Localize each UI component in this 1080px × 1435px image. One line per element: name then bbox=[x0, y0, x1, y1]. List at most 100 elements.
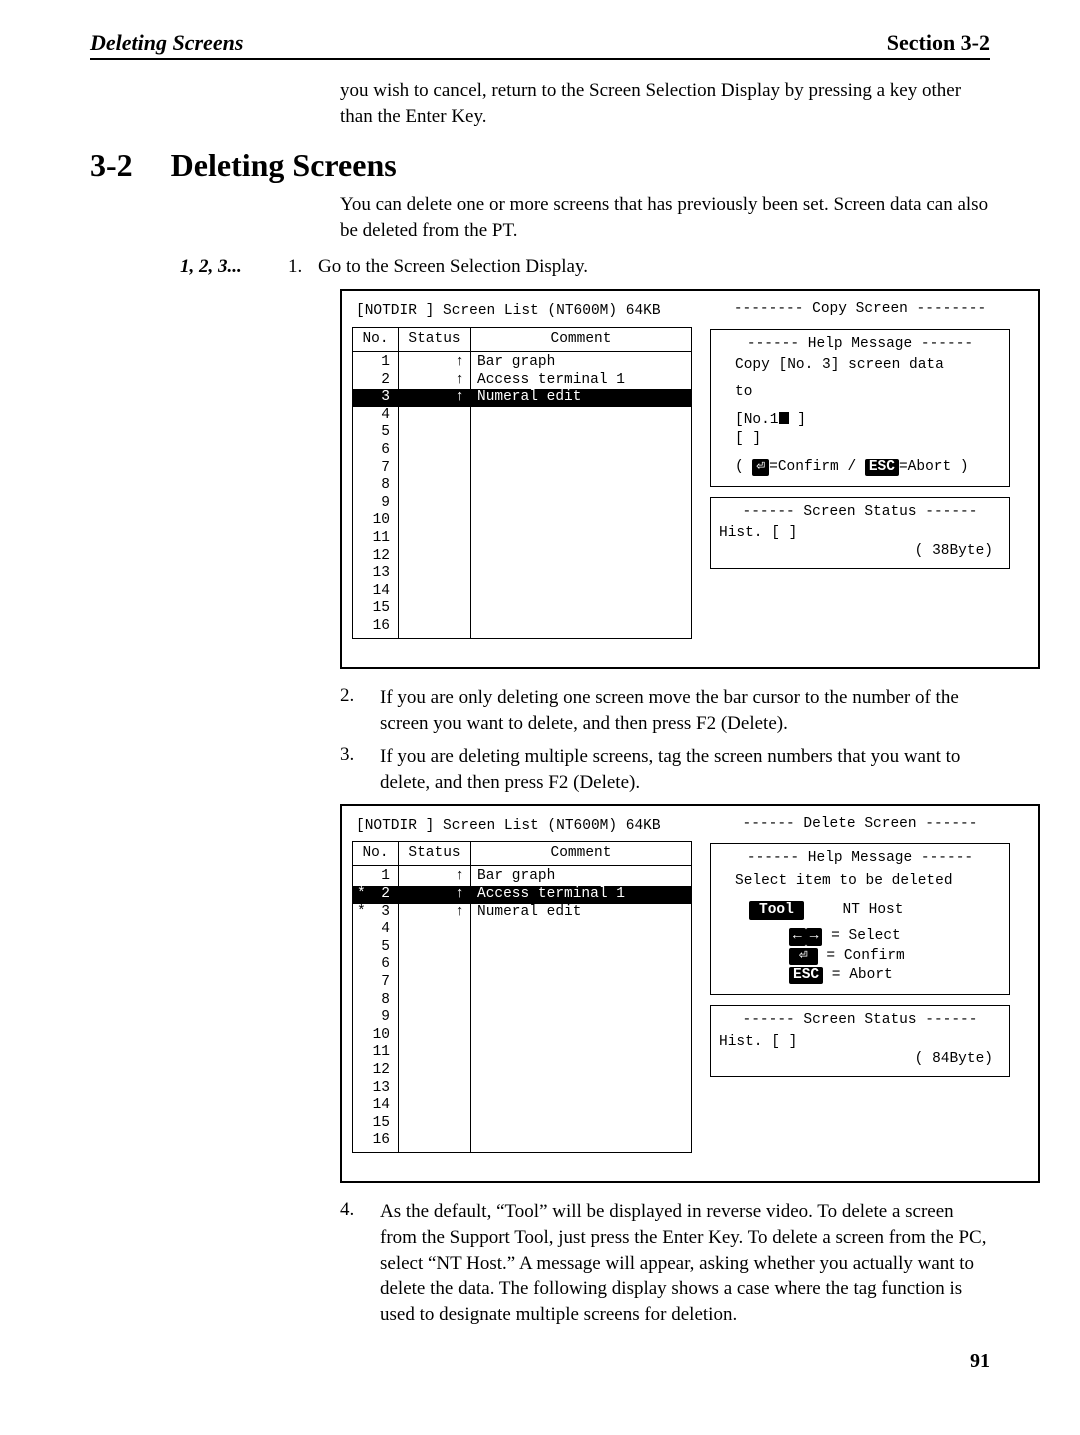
status-title: ------ Screen Status ------ bbox=[719, 504, 1001, 521]
table-row-no: 4 bbox=[353, 921, 398, 939]
esc-key-icon: ESC bbox=[789, 967, 823, 984]
table-row-status bbox=[399, 407, 470, 425]
col-status: Status bbox=[399, 842, 471, 865]
col-status: Status bbox=[399, 328, 471, 351]
enter-key-icon: ⏎ bbox=[752, 459, 769, 476]
table-row-no: 5 bbox=[353, 939, 398, 957]
status-panel: ------ Screen Status ------ Hist. [ ] ( … bbox=[710, 1005, 1010, 1077]
table-row-no: 2 bbox=[353, 372, 398, 390]
panel-title-delete: ------ Delete Screen ------ bbox=[710, 816, 1010, 833]
status-size: ( 84Byte) bbox=[719, 1051, 1001, 1068]
step-text: As the default, “Tool” will be displayed… bbox=[380, 1199, 990, 1327]
table-row-comment bbox=[471, 1097, 691, 1115]
table-row-status bbox=[399, 921, 470, 939]
table-row-no: *2 bbox=[353, 886, 398, 904]
help-title: ------ Help Message ------ bbox=[719, 850, 1001, 867]
step-3: 3. If you are deleting multiple screens,… bbox=[340, 744, 990, 795]
table-header: No. Status Comment bbox=[353, 328, 691, 352]
table-row-status bbox=[399, 1097, 470, 1115]
section-number: 3-2 bbox=[90, 147, 133, 184]
table-row-comment bbox=[471, 1079, 691, 1097]
table-row-no: 9 bbox=[353, 495, 398, 513]
table-row-comment: Access terminal 1 bbox=[471, 372, 691, 390]
table-row-status bbox=[399, 991, 470, 1009]
table-row-comment bbox=[471, 495, 691, 513]
help-panel: ------ Help Message ------ Copy [No. 3] … bbox=[710, 329, 1010, 487]
figure-delete-screen: [NOTDIR ] Screen List (NT600M) 64KB No. … bbox=[340, 804, 1040, 1184]
table-row-status bbox=[399, 956, 470, 974]
table-row-no: 14 bbox=[353, 583, 398, 601]
fig-b-title: [NOTDIR ] Screen List (NT600M) 64KB bbox=[352, 816, 692, 841]
status-size: ( 38Byte) bbox=[719, 543, 1001, 560]
table-row-no: 4 bbox=[353, 407, 398, 425]
table-row-no: 10 bbox=[353, 512, 398, 530]
table-row-comment: Numeral edit bbox=[471, 389, 691, 407]
table-header: No. Status Comment bbox=[353, 842, 691, 866]
table-row-no: 13 bbox=[353, 1079, 398, 1097]
table-row-no: 5 bbox=[353, 424, 398, 442]
table-row-no: 15 bbox=[353, 600, 398, 618]
help-line: ( ⏎=Confirm / ESC=Abort ) bbox=[719, 459, 1001, 476]
table-row-no: 7 bbox=[353, 974, 398, 992]
section-title: Deleting Screens bbox=[171, 147, 397, 184]
step-text: If you are deleting multiple screens, ta… bbox=[380, 744, 990, 795]
col-no: No. bbox=[353, 842, 399, 865]
col-comment: Comment bbox=[471, 842, 691, 865]
enter-key-icon: ⏎ bbox=[789, 948, 818, 965]
table-row-comment bbox=[471, 512, 691, 530]
table-row-status: ↑ bbox=[399, 354, 470, 372]
col-comment: Comment bbox=[471, 328, 691, 351]
table-row-status bbox=[399, 424, 470, 442]
esc-key-icon: ESC bbox=[865, 459, 899, 476]
help-line: to bbox=[719, 384, 1001, 401]
nthost-option: NT Host bbox=[843, 902, 904, 918]
table-row-comment bbox=[471, 442, 691, 460]
table-row-no: 11 bbox=[353, 1044, 398, 1062]
table-row-no: 15 bbox=[353, 1115, 398, 1133]
tool-option: Tool bbox=[749, 901, 804, 920]
cursor-block-icon bbox=[779, 412, 789, 424]
table-row-comment bbox=[471, 939, 691, 957]
table-row-status bbox=[399, 460, 470, 478]
table-row-status bbox=[399, 1132, 470, 1150]
table-row-comment bbox=[471, 530, 691, 548]
table-row-comment: Numeral edit bbox=[471, 904, 691, 922]
table-row-status bbox=[399, 1044, 470, 1062]
table-row-comment bbox=[471, 618, 691, 636]
table-row-comment: Bar graph bbox=[471, 354, 691, 372]
table-row-comment bbox=[471, 424, 691, 442]
step-num: 3. bbox=[340, 744, 380, 766]
table-row-status: ↑ bbox=[399, 372, 470, 390]
table-row-status bbox=[399, 1062, 470, 1080]
table-row-status bbox=[399, 1115, 470, 1133]
col-no: No. bbox=[353, 328, 399, 351]
table-row-no: 10 bbox=[353, 1027, 398, 1045]
help-line: [No.1 ] bbox=[719, 412, 1001, 429]
panel-title-copy: -------- Copy Screen -------- bbox=[710, 301, 1010, 318]
table-row-no: 13 bbox=[353, 565, 398, 583]
status-hist: Hist. [ ] bbox=[719, 525, 1001, 542]
table-row-comment: Access terminal 1 bbox=[471, 886, 691, 904]
steps-lead: 1, 2, 3... bbox=[180, 256, 288, 278]
table-row-no: *3 bbox=[353, 904, 398, 922]
figure-copy-screen: [NOTDIR ] Screen List (NT600M) 64KB No. … bbox=[340, 289, 1040, 669]
table-row-comment bbox=[471, 991, 691, 1009]
step-4: 4. As the default, “Tool” will be displa… bbox=[340, 1199, 990, 1327]
table-row-no: 12 bbox=[353, 548, 398, 566]
header-right: Section 3-2 bbox=[887, 30, 990, 56]
table-row-comment bbox=[471, 974, 691, 992]
help-line: ESC = Abort bbox=[719, 967, 1001, 984]
right-arrow-key-icon: → bbox=[806, 928, 823, 945]
table-row-status bbox=[399, 1027, 470, 1045]
table-row-no: 1 bbox=[353, 868, 398, 886]
table-row-no: 9 bbox=[353, 1009, 398, 1027]
table-row-no: 6 bbox=[353, 442, 398, 460]
table-row-comment bbox=[471, 583, 691, 601]
table-row-status bbox=[399, 512, 470, 530]
table-row-no: 7 bbox=[353, 460, 398, 478]
left-arrow-key-icon: ← bbox=[789, 928, 806, 945]
step-text: If you are only deleting one screen move… bbox=[380, 685, 990, 736]
step-text: Go to the Screen Selection Display. bbox=[318, 254, 990, 280]
section-intro: You can delete one or more screens that … bbox=[340, 192, 990, 243]
table-row-comment bbox=[471, 548, 691, 566]
